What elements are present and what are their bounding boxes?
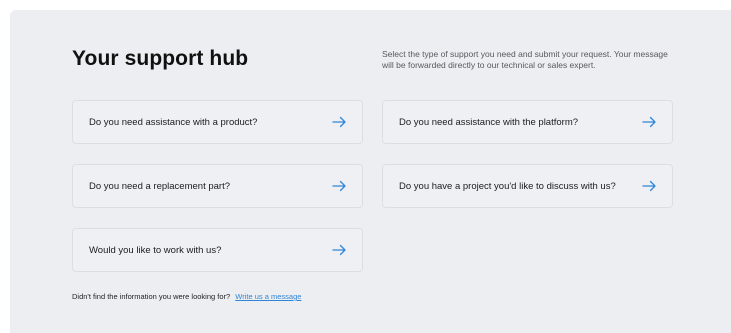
footer-text: Didn't find the information you were loo… — [72, 292, 231, 301]
option-discuss-project[interactable]: Do you have a project you'd like to disc… — [382, 164, 673, 208]
arrow-right-icon — [332, 244, 346, 256]
option-label: Do you have a project you'd like to disc… — [399, 180, 616, 192]
support-hub-panel: Your support hub Select the type of supp… — [10, 10, 731, 333]
arrow-right-icon — [642, 180, 656, 192]
arrow-right-icon — [642, 116, 656, 128]
option-replacement-part[interactable]: Do you need a replacement part? — [72, 164, 363, 208]
option-label: Do you need assistance with a product? — [89, 116, 258, 128]
option-product-assistance[interactable]: Do you need assistance with a product? — [72, 100, 363, 144]
option-label: Would you like to work with us? — [89, 244, 222, 256]
arrow-right-icon — [332, 180, 346, 192]
arrow-right-icon — [332, 116, 346, 128]
option-platform-assistance[interactable]: Do you need assistance with the platform… — [382, 100, 673, 144]
write-message-link[interactable]: Write us a message — [235, 292, 301, 301]
option-work-with-us[interactable]: Would you like to work with us? — [72, 228, 363, 272]
option-label: Do you need assistance with the platform… — [399, 116, 579, 128]
option-label: Do you need a replacement part? — [89, 180, 231, 192]
page-title: Your support hub — [72, 47, 249, 70]
intro-text: Select the type of support you need and … — [382, 49, 668, 70]
help-footer: Didn't find the information you were loo… — [72, 292, 301, 301]
